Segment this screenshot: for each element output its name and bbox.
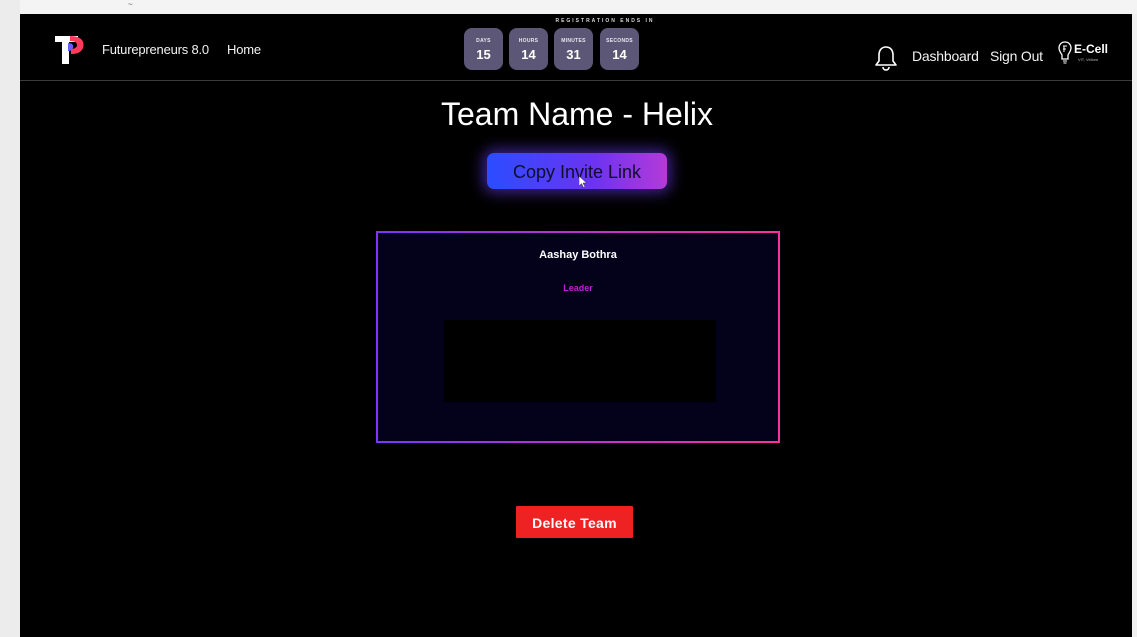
ecell-logo-text: E-Cell <box>1074 42 1109 56</box>
brand-link[interactable]: Futurepreneurs 8.0 <box>102 42 209 57</box>
bell-icon[interactable] <box>873 44 899 72</box>
member-details-box <box>444 320 716 402</box>
member-role: Leader <box>563 283 593 293</box>
countdown-seconds-label: SECONDS <box>606 38 633 44</box>
ecell-logo-subtext: VIT, Vellore <box>1078 57 1099 62</box>
countdown-hours: HOURS 14 <box>509 28 548 70</box>
countdown-hours-value: 14 <box>521 47 536 62</box>
ecell-logo[interactable]: E-Cell VIT, Vellore <box>1057 40 1115 66</box>
dashboard-link[interactable]: Dashboard <box>912 48 979 64</box>
countdown-seconds-value: 14 <box>612 47 627 62</box>
navbar: Futurepreneurs 8.0 Home REGISTRATION END… <box>20 14 1132 81</box>
sign-out-link[interactable]: Sign Out <box>990 48 1043 64</box>
mouse-cursor-icon <box>579 176 587 188</box>
countdown-minutes: MINUTES 31 <box>554 28 593 70</box>
member-card: Aashay Bothra Leader <box>376 231 780 443</box>
browser-top-strip: ~ <box>0 0 1137 14</box>
countdown-minutes-value: 31 <box>566 47 581 62</box>
futurepreneurs-logo-icon[interactable] <box>52 30 86 68</box>
page-title: Team Name - Helix <box>440 96 714 132</box>
countdown-title: REGISTRATION ENDS IN <box>555 18 655 24</box>
member-name: Aashay Bothra <box>539 249 617 261</box>
countdown-minutes-label: MINUTES <box>561 38 586 44</box>
countdown-hours-label: HOURS <box>518 38 539 44</box>
countdown-seconds: SECONDS 14 <box>600 28 639 70</box>
countdown-days-value: 15 <box>476 47 491 62</box>
countdown-days: DAYS 15 <box>464 28 503 70</box>
delete-team-button[interactable]: Delete Team <box>516 506 633 538</box>
ecell-logo-icon <box>1058 41 1072 64</box>
left-margin <box>0 0 20 637</box>
countdown-days-label: DAYS <box>476 38 491 44</box>
strip-mark: ~ <box>128 0 133 9</box>
copy-invite-link-button[interactable]: Copy Invite Link <box>487 153 667 189</box>
app-viewport: Futurepreneurs 8.0 Home REGISTRATION END… <box>20 14 1132 637</box>
home-link[interactable]: Home <box>227 42 261 57</box>
